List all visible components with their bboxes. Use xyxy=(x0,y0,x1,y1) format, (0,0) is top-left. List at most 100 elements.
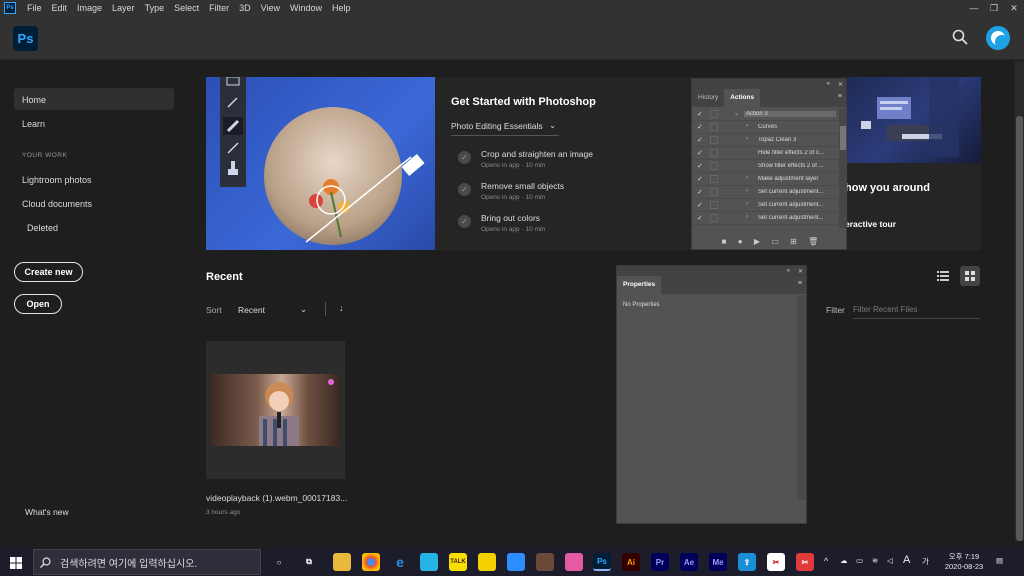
panel-scrollbar[interactable] xyxy=(797,295,806,500)
dialog-toggle[interactable] xyxy=(710,136,718,144)
menu-image[interactable]: Image xyxy=(72,3,107,13)
menu-help[interactable]: Help xyxy=(327,3,356,13)
action-row[interactable]: ✓ › Make adjustment layer xyxy=(692,173,840,186)
expand-icon[interactable]: ⌄ xyxy=(734,110,739,117)
checkmark-icon[interactable]: ✓ xyxy=(697,214,703,222)
file-name[interactable]: videoplayback (1).webm_00017183... xyxy=(206,493,347,503)
app-blue-icon[interactable]: ⇪ xyxy=(738,553,756,571)
dialog-toggle[interactable] xyxy=(710,123,718,131)
zoom-icon[interactable] xyxy=(507,553,525,571)
sidebar-item-home[interactable]: Home xyxy=(14,88,174,110)
wifi-icon[interactable]: ≋ xyxy=(872,556,878,565)
app-red-icon[interactable]: ✂ xyxy=(767,553,785,571)
list-view-icon[interactable] xyxy=(933,266,953,286)
after-effects-icon[interactable]: Ae xyxy=(680,553,698,571)
menu-3d[interactable]: 3D xyxy=(234,3,256,13)
chrome-icon[interactable] xyxy=(362,553,380,571)
photoshop-logo[interactable]: Ps xyxy=(13,26,38,51)
avatar[interactable] xyxy=(986,26,1010,50)
illustrator-icon[interactable]: Ai xyxy=(622,553,640,571)
new-action-icon[interactable]: ⊞ xyxy=(790,237,797,246)
ime-mode[interactable]: A xyxy=(903,554,910,566)
app-icon[interactable]: ✂ xyxy=(796,553,814,571)
panel-titlebar[interactable]: «✕ xyxy=(692,79,846,89)
interactive-tour-link[interactable]: eractive tour xyxy=(845,219,896,229)
menu-view[interactable]: View xyxy=(256,3,285,13)
checkmark-icon[interactable]: ✓ xyxy=(697,110,703,118)
taskbar-clock[interactable]: 오후 7:19 2020-08-23 xyxy=(941,551,987,571)
kakaotalk-icon[interactable]: TALK xyxy=(449,553,467,571)
action-row[interactable]: ✓ › Set current adjustment... xyxy=(692,212,840,225)
menu-type[interactable]: Type xyxy=(140,3,170,13)
action-row[interactable]: ✓ › Topaz Clean 3 xyxy=(692,134,840,147)
action-row[interactable]: ✓ › Curves xyxy=(692,121,840,134)
task-view-icon[interactable]: ⧉ xyxy=(300,553,318,571)
battery-icon[interactable]: ▭ xyxy=(856,556,863,565)
twitter-app-icon[interactable] xyxy=(420,553,438,571)
panel-titlebar[interactable]: «✕ xyxy=(617,266,806,276)
action-row[interactable]: ✓ › Set current adjustment... xyxy=(692,199,840,212)
menu-layer[interactable]: Layer xyxy=(107,3,140,13)
record-icon[interactable]: ● xyxy=(738,237,743,246)
dialog-toggle[interactable] xyxy=(710,149,718,157)
sort-direction-icon[interactable]: ↓ xyxy=(339,303,344,313)
edge-icon[interactable]: e xyxy=(391,553,409,571)
checkmark-icon[interactable]: ✓ xyxy=(697,201,703,209)
sidebar-item-learn[interactable]: Learn xyxy=(22,119,45,129)
action-row[interactable]: ✓ ⌄ Action 3 xyxy=(692,108,840,121)
photoshop-taskbar-icon[interactable]: Ps xyxy=(593,553,611,571)
tab-properties[interactable]: Properties xyxy=(617,276,662,294)
tab-actions[interactable]: Actions xyxy=(724,89,761,107)
premiere-icon[interactable]: Pr xyxy=(651,553,669,571)
media-encoder-icon[interactable]: Me xyxy=(709,553,727,571)
dialog-toggle[interactable] xyxy=(710,110,718,118)
checkmark-icon[interactable]: ✓ xyxy=(697,162,703,170)
sticky-notes-icon[interactable] xyxy=(478,553,496,571)
expand-icon[interactable]: › xyxy=(746,214,748,220)
taskbar-search-box[interactable]: 검색하려면 여기에 입력하십시오. xyxy=(33,549,261,575)
dialog-toggle[interactable] xyxy=(710,201,718,209)
dialog-toggle[interactable] xyxy=(710,162,718,170)
restore-icon[interactable]: ❐ xyxy=(984,0,1004,16)
checkmark-icon[interactable]: ✓ xyxy=(697,188,703,196)
menu-edit[interactable]: Edit xyxy=(47,3,73,13)
app-icon[interactable] xyxy=(536,553,554,571)
file-explorer-icon[interactable] xyxy=(333,553,351,571)
tab-history[interactable]: History xyxy=(692,89,724,107)
close-panel-icon[interactable]: ✕ xyxy=(798,268,803,275)
play-icon[interactable]: ▶ xyxy=(754,237,760,246)
minimize-icon[interactable]: — xyxy=(964,0,984,16)
expand-icon[interactable]: › xyxy=(746,136,748,142)
menu-filter[interactable]: Filter xyxy=(204,3,234,13)
tray-apps-icon[interactable]: ☁ xyxy=(840,556,848,565)
trash-icon[interactable]: 🗑 xyxy=(808,237,818,246)
tray-chevron-icon[interactable]: ^ xyxy=(824,556,828,566)
sidebar-item-lightroom-photos[interactable]: Lightroom photos xyxy=(22,175,92,185)
create-new-button[interactable]: Create new xyxy=(14,262,83,282)
action-row[interactable]: ✓ › Set current adjustment... xyxy=(692,186,840,199)
dialog-toggle[interactable] xyxy=(710,188,718,196)
notification-icon[interactable]: ▤ xyxy=(996,556,1003,565)
volume-icon[interactable]: ◁ xyxy=(887,556,893,565)
checkmark-icon[interactable]: ✓ xyxy=(697,149,703,157)
tutorial-dropdown[interactable]: Photo Editing Essentials ⌄ xyxy=(451,120,559,136)
whats-new-link[interactable]: What's new xyxy=(25,507,69,517)
collapse-icon[interactable]: « xyxy=(787,268,790,274)
dialog-toggle[interactable] xyxy=(710,175,718,183)
panel-menu-icon[interactable]: ≡ xyxy=(798,280,802,287)
checkmark-icon[interactable]: ✓ xyxy=(697,123,703,131)
main-scroll-thumb[interactable] xyxy=(1016,116,1023,541)
search-icon[interactable] xyxy=(952,29,968,45)
panel-menu-icon[interactable]: ≡ xyxy=(838,93,842,100)
expand-icon[interactable]: › xyxy=(746,201,748,207)
action-row[interactable]: ✓ Show filter effects 2 of ... xyxy=(692,160,840,173)
expand-icon[interactable]: › xyxy=(746,188,748,194)
ime-language[interactable]: 가 xyxy=(922,556,929,567)
main-scrollbar[interactable] xyxy=(1015,61,1024,541)
folder-icon[interactable]: ▭ xyxy=(771,237,779,246)
grid-view-icon[interactable] xyxy=(960,266,980,286)
menu-select[interactable]: Select xyxy=(169,3,204,13)
expand-icon[interactable]: › xyxy=(746,175,748,181)
checkmark-icon[interactable]: ✓ xyxy=(697,175,703,183)
close-icon[interactable]: ✕ xyxy=(1004,0,1024,16)
